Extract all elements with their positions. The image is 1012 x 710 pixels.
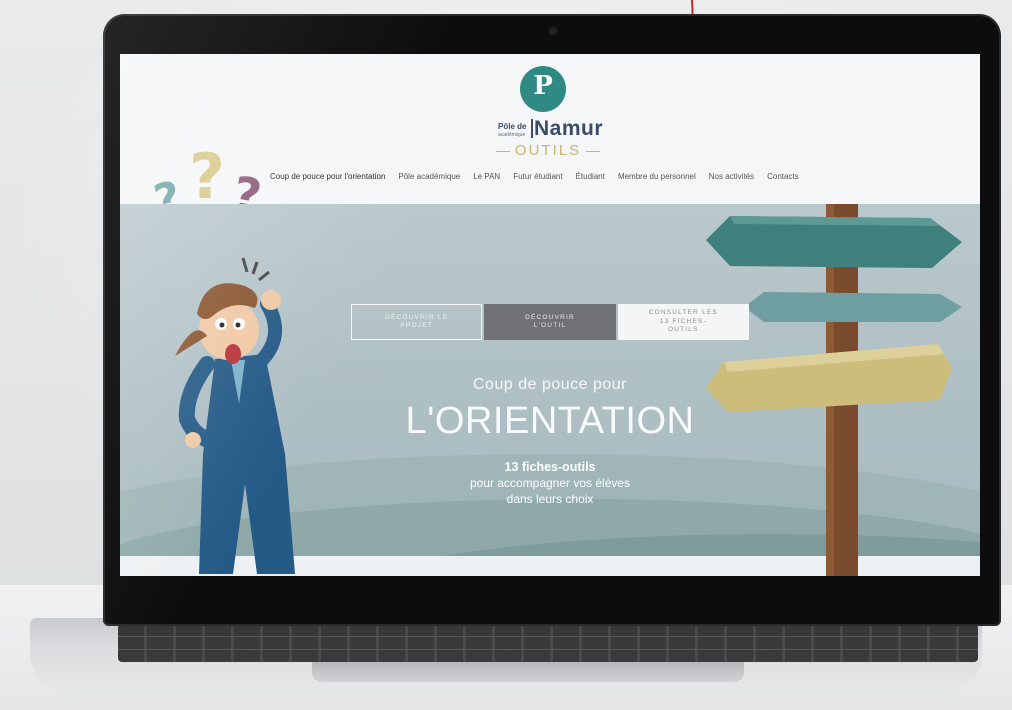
question-mark-gold-icon: ? <box>189 140 225 213</box>
hero-desc-line: pour accompagner vos élèves <box>469 476 631 490</box>
discover-project-button[interactable]: DÉCOUVRIR LE PROJET <box>351 304 483 340</box>
logo-outils-text: OUTILS <box>488 142 608 159</box>
laptop-keyboard <box>118 624 978 662</box>
main-nav: Coup de pouce pour l'orientation Pôle ac… <box>270 172 799 188</box>
webcam-icon <box>549 27 557 35</box>
nav-item-nos-activites[interactable]: Nos activités <box>709 172 754 188</box>
logo-pole-text: Pôle de <box>498 122 527 131</box>
hero-banner: DÉCOUVRIR LE PROJET DÉCOUVRIR L'OUTIL CO… <box>120 204 980 576</box>
site-header: P Pôle de académique Namur OUTILS ? ? ? … <box>120 54 980 227</box>
nav-item-pole-academique[interactable]: Pôle académique <box>398 172 460 188</box>
nav-item-le-pan[interactable]: Le PAN <box>473 172 500 188</box>
keyboard-row-divider <box>118 636 978 637</box>
hero-subtitle: Coup de pouce pour <box>473 376 627 393</box>
laptop-screen: P Pôle de académique Namur OUTILS ? ? ? … <box>120 54 980 576</box>
consult-fiches-button[interactable]: CONSULTER LES 13 FICHES-OUTILS <box>617 304 749 340</box>
hero-desc-bold: 13 fiches-outils <box>504 460 596 474</box>
logo-namur-text: Namur <box>534 117 604 140</box>
site-logo[interactable]: P Pôle de académique Namur OUTILS <box>488 66 608 166</box>
nav-item-etudiant[interactable]: Étudiant <box>576 172 605 188</box>
nav-item-orientation[interactable]: Coup de pouce pour l'orientation <box>270 172 385 188</box>
hero-desc-line: dans leurs choix <box>506 492 594 506</box>
keyboard-row-divider <box>118 649 978 650</box>
logo-divider <box>531 119 533 138</box>
discover-tool-button[interactable]: DÉCOUVRIR L'OUTIL <box>484 304 616 340</box>
hero-description: 13 fiches-outils pour accompagner vos él… <box>120 459 980 507</box>
logo-academique-text: académique <box>498 132 526 138</box>
laptop-trackpad <box>312 662 744 682</box>
logo-p-icon: P <box>533 71 553 101</box>
nav-item-membre-personnel[interactable]: Membre du personnel <box>618 172 696 188</box>
nav-item-contacts[interactable]: Contacts <box>767 172 799 188</box>
nav-item-futur-etudiant[interactable]: Futur étudiant <box>513 172 562 188</box>
hero-cta-row: DÉCOUVRIR LE PROJET DÉCOUVRIR L'OUTIL CO… <box>351 304 749 340</box>
hero-title: L'ORIENTATION <box>405 400 695 442</box>
